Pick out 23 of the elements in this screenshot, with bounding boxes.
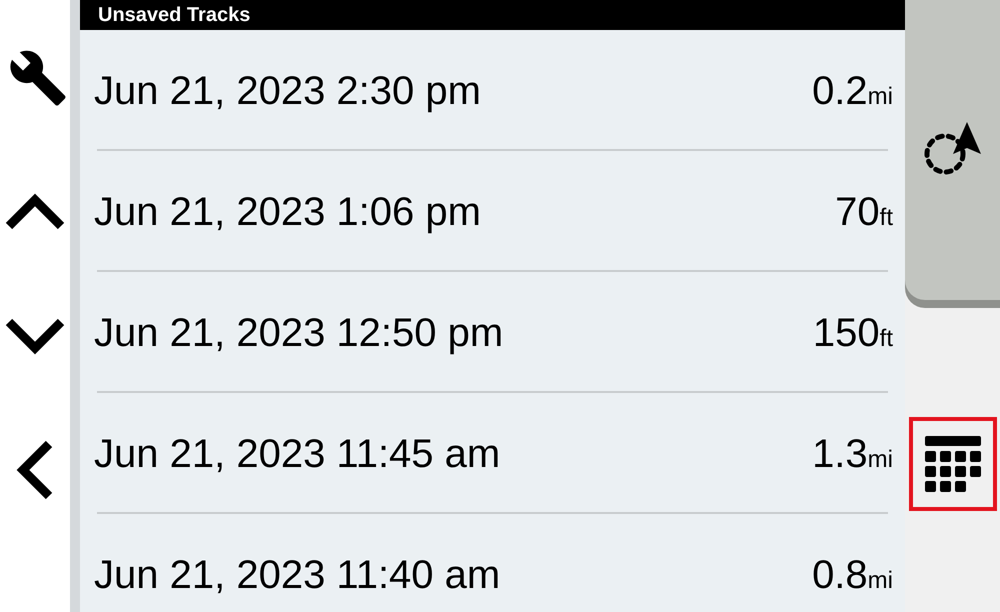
wrench-icon[interactable] [8, 48, 68, 108]
chevron-down-icon[interactable] [5, 316, 65, 356]
chevron-left-icon[interactable] [15, 440, 55, 500]
track-distance: 150ft [812, 310, 893, 356]
track-row[interactable]: Jun 21, 2023 2:30 pm 0.2mi [80, 30, 905, 151]
track-row[interactable]: Jun 21, 2023 11:40 am 0.8mi [80, 514, 905, 612]
navigation-tab[interactable] [905, 0, 1000, 300]
track-date: Jun 21, 2023 1:06 pm [94, 188, 481, 236]
track-date: Jun 21, 2023 11:45 am [94, 430, 500, 478]
track-date: Jun 21, 2023 11:40 am [94, 552, 500, 598]
track-date: Jun 21, 2023 2:30 pm [94, 68, 481, 114]
track-row[interactable]: Jun 21, 2023 11:45 am 1.3mi [80, 393, 905, 514]
track-date: Jun 21, 2023 12:50 pm [94, 310, 504, 356]
calendar-icon [922, 434, 982, 494]
list-header: Unsaved Tracks [80, 0, 905, 30]
track-distance: 1.3mi [812, 430, 893, 478]
track-distance: 70ft [835, 188, 893, 236]
track-row[interactable]: Jun 21, 2023 12:50 pm 150ft [80, 272, 905, 393]
calendar-button[interactable] [908, 417, 996, 511]
track-distance: 0.8mi [812, 552, 893, 598]
chevron-up-icon[interactable] [5, 192, 65, 232]
track-row[interactable]: Jun 21, 2023 1:06 pm 70ft [80, 151, 905, 272]
track-distance: 0.2mi [812, 68, 893, 114]
